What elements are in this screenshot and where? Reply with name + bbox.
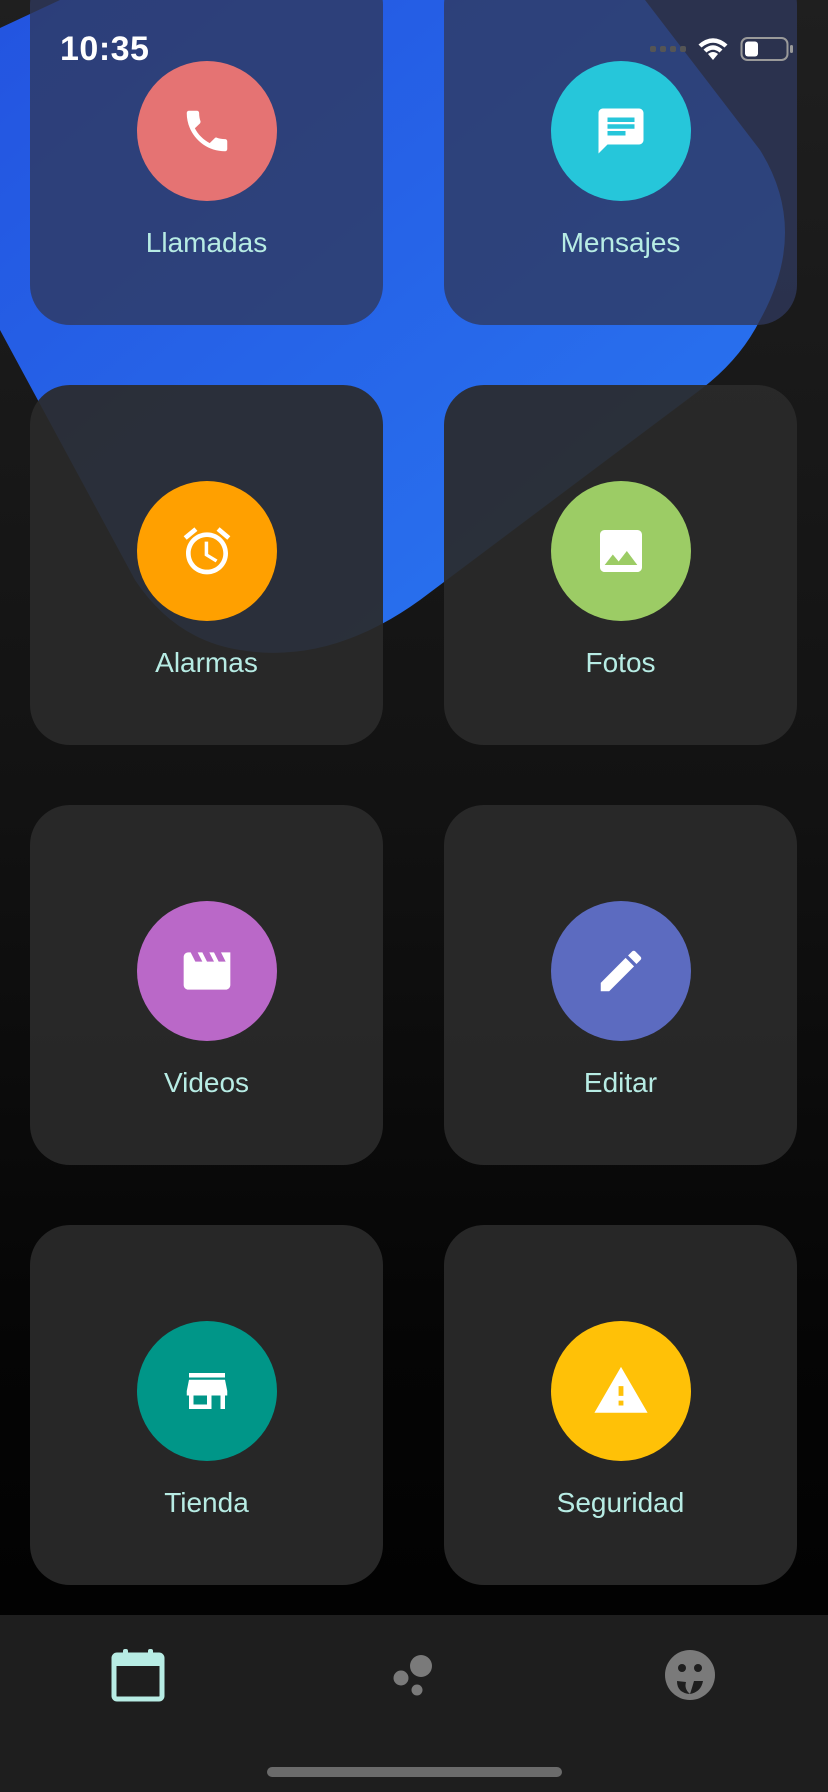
store-icon-circle	[137, 1321, 277, 1461]
warning-icon-circle	[551, 1321, 691, 1461]
calendar-icon	[111, 1649, 165, 1702]
nav-face[interactable]	[650, 1635, 730, 1715]
image-icon-circle	[551, 481, 691, 621]
alarm-icon-circle	[137, 481, 277, 621]
pencil-icon	[600, 950, 642, 992]
tile-label: Editar	[583, 1067, 658, 1098]
tile-label: Alarmas	[155, 647, 258, 678]
bubbles-icon	[393, 1655, 432, 1696]
tile-label: Videos	[163, 1067, 250, 1098]
movie-icon	[183, 952, 231, 990]
tile-editar[interactable]: Editar	[444, 805, 797, 1165]
battery-icon	[740, 37, 793, 61]
tile-alarmas[interactable]: Alarmas	[30, 385, 383, 745]
tile-label: Mensajes	[560, 227, 681, 258]
image-icon	[600, 530, 642, 572]
movie-icon-circle	[137, 901, 277, 1041]
message-icon	[598, 108, 644, 154]
tile-fotos[interactable]: Fotos	[444, 385, 797, 745]
cellular-signal-icon	[650, 46, 686, 52]
nav-bubbles[interactable]	[374, 1635, 454, 1715]
status-icons	[650, 34, 794, 64]
tile-label: Llamadas	[145, 227, 268, 258]
phone-icon	[186, 110, 228, 152]
home-indicator[interactable]	[267, 1767, 562, 1777]
tile-tienda[interactable]: Tienda	[30, 1225, 383, 1585]
tile-label: Fotos	[585, 647, 656, 678]
tile-label: Tienda	[164, 1487, 249, 1518]
status-bar: 10:35	[0, 0, 828, 100]
bottom-nav	[0, 1615, 828, 1792]
pencil-icon-circle	[551, 901, 691, 1041]
tile-videos[interactable]: Videos	[30, 805, 383, 1165]
store-icon	[186, 1373, 228, 1409]
tile-seguridad[interactable]: Seguridad	[444, 1225, 797, 1585]
wifi-icon	[698, 38, 728, 60]
status-time: 10:35	[60, 30, 150, 68]
app-screen: 10:35 Llamadas Mensajes Alarmas Fotos Vi…	[0, 0, 828, 1792]
alarm-icon	[183, 527, 231, 575]
nav-calendar[interactable]	[98, 1635, 178, 1715]
tile-label: Seguridad	[556, 1487, 685, 1518]
warning-icon	[594, 1366, 648, 1413]
face-icon	[665, 1650, 715, 1700]
